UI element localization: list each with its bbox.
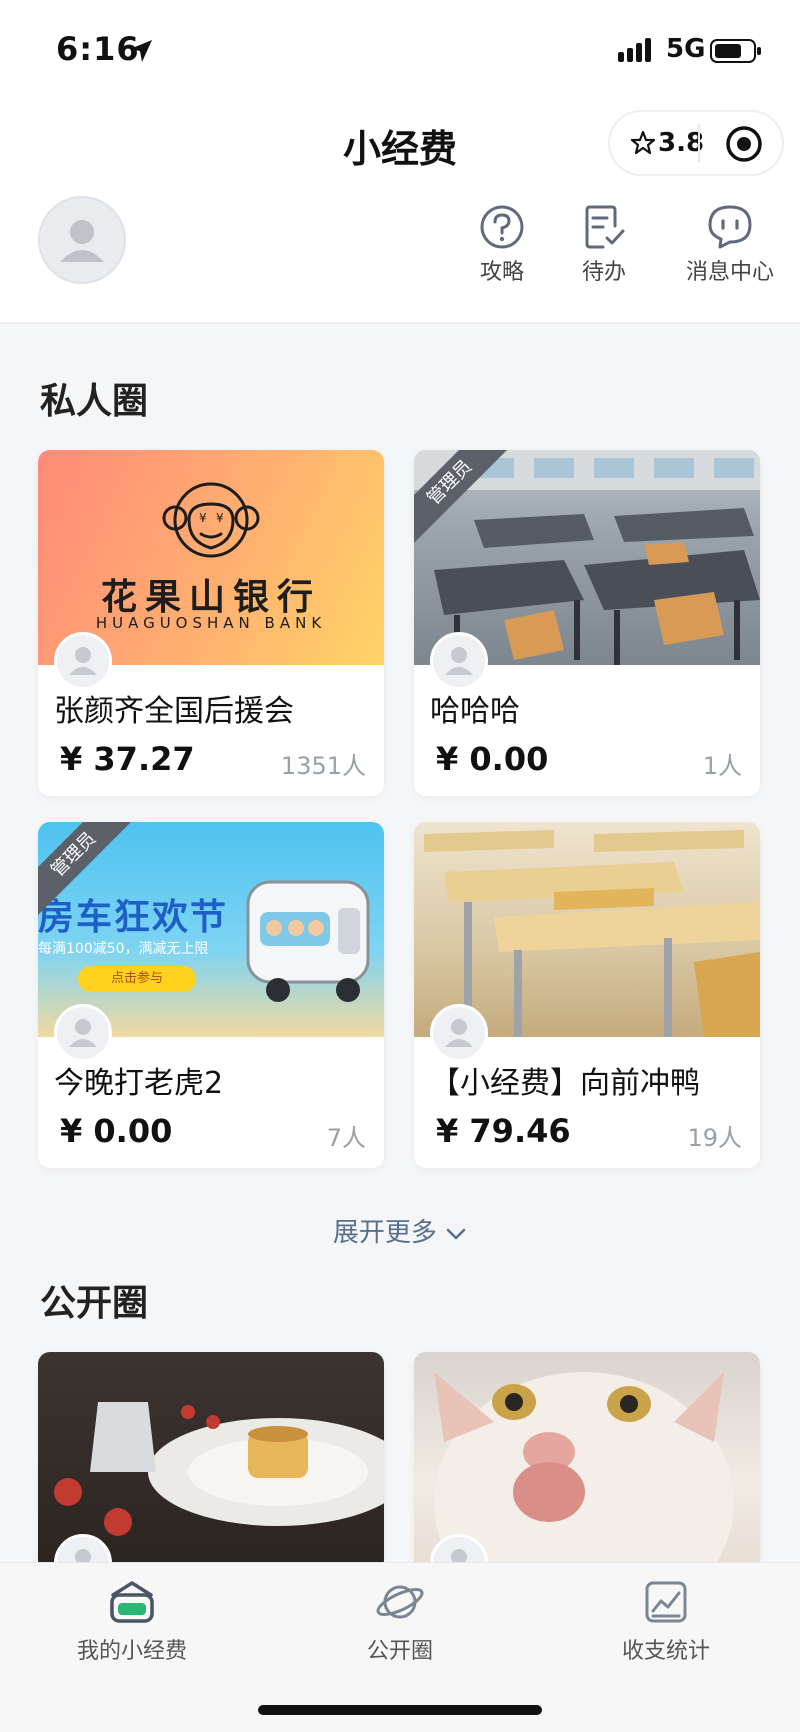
circle-card[interactable]: 房车狂欢节 每满100减50，满减无上限 点击参与 管理员 今晚打老虎2 ¥ 0… bbox=[38, 822, 384, 1168]
planet-icon bbox=[376, 1585, 424, 1619]
svg-text:¥: ¥ bbox=[199, 511, 207, 525]
star-icon[interactable] bbox=[630, 130, 656, 156]
card-member-count: 19人 bbox=[687, 1124, 742, 1152]
default-avatar-icon bbox=[69, 1019, 97, 1047]
tab-public-circle[interactable]: 公开圈 bbox=[300, 1579, 500, 1665]
card-member-count: 1351人 bbox=[280, 752, 366, 780]
tab-statistics-label: 收支统计 bbox=[621, 1639, 710, 1664]
todo-button[interactable]: 待办 bbox=[544, 204, 664, 286]
card-amount: ¥ 0.00 bbox=[60, 1112, 173, 1150]
signal-icon bbox=[618, 38, 651, 62]
todo-list-icon bbox=[585, 205, 625, 249]
default-avatar-icon bbox=[60, 220, 104, 262]
card-amount: ¥ 37.27 bbox=[60, 740, 195, 778]
expand-more-label: 展开更多 bbox=[332, 1218, 437, 1248]
circle-card[interactable]: ¥ ¥ 花果山银行 HUAGUOSHAN BANK 张颜齐全国后援会 ¥ 37.… bbox=[38, 450, 384, 796]
location-arrow-icon bbox=[130, 40, 152, 62]
card-member-count: 1人 bbox=[702, 752, 742, 780]
card-member-count: 7人 bbox=[326, 1124, 366, 1152]
bank-name-text: 花果山银行 bbox=[100, 577, 321, 618]
promo-title-text: 房车狂欢节 bbox=[38, 897, 229, 938]
tab-my-funds[interactable]: 我的小经费 bbox=[32, 1579, 232, 1665]
card-name: 【小经费】向前冲鸭 bbox=[430, 1066, 700, 1101]
bank-name-subtext: HUAGUOSHAN BANK bbox=[95, 614, 327, 632]
status-bar: 6:16 5G bbox=[0, 0, 800, 100]
svg-text:¥: ¥ bbox=[216, 511, 224, 525]
todo-label: 待办 bbox=[581, 260, 626, 285]
bottom-tab-bar: 我的小经费 公开圈 收支统计 bbox=[0, 1562, 800, 1732]
tab-statistics[interactable]: 收支统计 bbox=[566, 1579, 766, 1665]
network-type: 5G bbox=[666, 34, 706, 64]
chart-icon bbox=[645, 1581, 687, 1623]
rv-camper-illustration bbox=[246, 880, 370, 1002]
question-circle-icon bbox=[480, 205, 524, 249]
wallet-icon bbox=[110, 1581, 154, 1623]
circle-card[interactable]: 【小经费】向前冲鸭 ¥ 79.46 19人 bbox=[414, 822, 760, 1168]
card-avatar bbox=[430, 1004, 488, 1062]
circle-card[interactable]: 管理员 哈哈哈 ¥ 0.00 1人 bbox=[414, 450, 760, 796]
capsule-divider bbox=[698, 124, 700, 162]
message-center-label: 消息中心 bbox=[685, 260, 774, 285]
default-avatar-icon bbox=[445, 647, 473, 675]
close-target-icon[interactable] bbox=[724, 124, 764, 164]
message-bubble-icon bbox=[708, 205, 752, 249]
monkey-logo-icon: ¥ ¥ bbox=[162, 482, 260, 558]
chevron-down-icon bbox=[446, 1228, 466, 1239]
message-center-button[interactable]: 消息中心 bbox=[670, 204, 790, 286]
tab-public-circle-label: 公开圈 bbox=[366, 1639, 433, 1664]
profile-header: 攻略 待办 消息中心 bbox=[0, 190, 800, 324]
home-indicator bbox=[258, 1705, 542, 1715]
card-avatar bbox=[54, 1004, 112, 1062]
public-circle-card[interactable] bbox=[38, 1352, 384, 1572]
card-name: 张颜齐全国后援会 bbox=[54, 694, 294, 729]
public-section-title: 公开圈 bbox=[40, 1283, 149, 1324]
card-name: 今晚打老虎2 bbox=[54, 1066, 224, 1101]
card-name: 哈哈哈 bbox=[430, 694, 520, 729]
tab-my-funds-label: 我的小经费 bbox=[76, 1639, 187, 1664]
card-avatar bbox=[430, 632, 488, 690]
card-amount: ¥ 79.46 bbox=[436, 1112, 571, 1150]
private-section-title: 私人圈 bbox=[40, 381, 149, 422]
promo-join-button: 点击参与 bbox=[78, 966, 196, 992]
default-avatar-icon bbox=[69, 647, 97, 675]
user-avatar[interactable] bbox=[38, 196, 126, 284]
mini-program-capsule: 3.8 bbox=[608, 110, 784, 176]
nav-bar: 小经费 3.8 bbox=[0, 100, 800, 190]
default-avatar-icon bbox=[445, 1019, 473, 1047]
battery-icon bbox=[710, 39, 761, 63]
public-circle-card[interactable] bbox=[414, 1352, 760, 1572]
card-amount: ¥ 0.00 bbox=[436, 740, 549, 778]
expand-more-button[interactable]: 展开更多 bbox=[0, 1212, 800, 1249]
card-avatar bbox=[54, 632, 112, 690]
promo-subtitle-text: 每满100减50，满减无上限 bbox=[38, 941, 209, 957]
